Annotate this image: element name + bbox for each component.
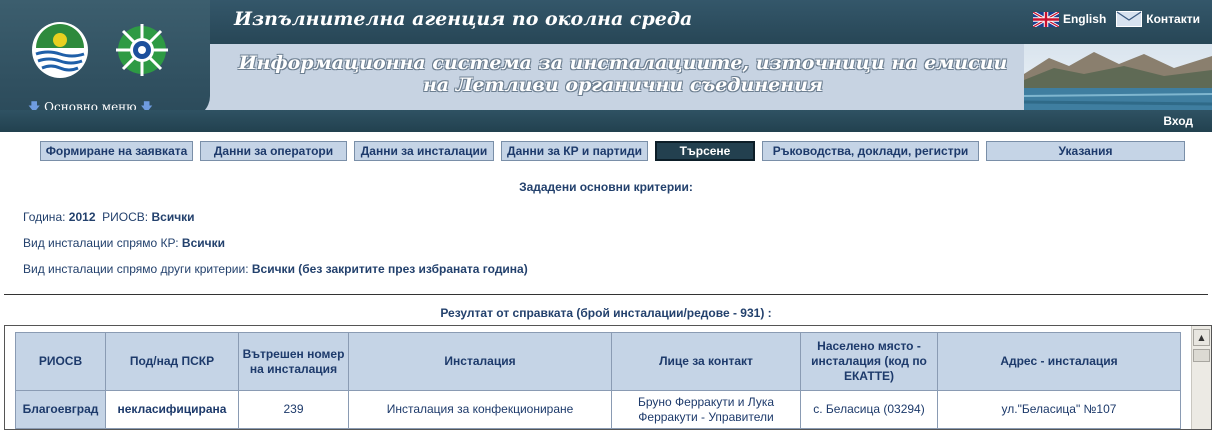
nav-installations-button[interactable]: Данни за инсталации — [354, 141, 494, 161]
address-cell: ул."Беласица" №107 — [937, 390, 1181, 429]
top-links: English Контакти — [1032, 11, 1200, 27]
kr-label: Вид инсталации спрямо КР: — [23, 236, 179, 250]
table-header-row: РИОСВ Под/над ПСКР Вътрешен номер на инс… — [15, 332, 1181, 391]
login-link[interactable]: Вход — [1163, 114, 1193, 128]
settlement-cell: с. Беласица (03294) — [800, 390, 938, 429]
pskr-cell: некласифицирана — [105, 390, 239, 429]
contact-cell: Бруно Ферракути и Лука Ферракути - Управ… — [611, 390, 801, 429]
year-value: 2012 — [68, 210, 96, 224]
agency-title: Изпълнителна агенция по околна среда — [234, 8, 693, 30]
other-label: Вид инсталации спрямо други критерии: — [23, 262, 249, 276]
table-row[interactable]: Благоевград некласифицирана 239 Инсталац… — [15, 390, 1181, 429]
scroll-thumb[interactable] — [1193, 349, 1210, 362]
criteria-heading: Зададени основни критерии: — [519, 180, 693, 194]
riosv-label: РИОСВ: — [102, 210, 149, 224]
criteria-year-riosv: Година: 2012 РИОСВ: Всички — [23, 210, 195, 224]
nav-instructions-button[interactable]: Указания — [986, 141, 1185, 161]
column-header: Инсталация — [348, 332, 612, 391]
installation-cell: Инсталация за конфекциониране — [348, 390, 612, 429]
title-bar: Изпълнителна агенция по околна среда Eng… — [210, 0, 1212, 44]
logo-panel: 🡇 Основно меню 🡇 — [0, 0, 210, 118]
internal-no-cell: 239 — [238, 390, 349, 429]
results-table: РИОСВ Под/над ПСКР Вътрешен номер на инс… — [15, 332, 1181, 429]
uk-flag-icon — [1032, 11, 1059, 27]
column-header: Под/над ПСКР — [105, 332, 239, 391]
riosv-cell: Благоевград — [15, 390, 106, 429]
kr-value: Всички — [181, 236, 225, 250]
agency-logo-icon — [32, 22, 88, 78]
column-header: Вътрешен номер на инсталация — [238, 332, 349, 391]
nav-request-button[interactable]: Формиране на заявката — [40, 141, 193, 161]
divider — [4, 294, 1208, 295]
year-label: Година: — [23, 210, 66, 224]
results-heading: Резултат от справката (брой инсталации/р… — [440, 306, 772, 320]
nav-search-button[interactable]: Търсене — [655, 141, 755, 161]
main-nav: Формиране на заявката Данни за оператори… — [40, 141, 1185, 161]
column-header: Адрес - инсталация — [937, 332, 1181, 391]
login-bar: Вход — [0, 110, 1212, 132]
other-value: Всички (без закритите през избраната год… — [251, 262, 528, 276]
nav-kr-button[interactable]: Данни за КР и партиди — [501, 141, 648, 161]
column-header: Населено място - инсталация (код по ЕКАТ… — [800, 332, 938, 391]
ministry-logo-icon — [116, 24, 168, 76]
nav-operators-button[interactable]: Данни за оператори — [200, 141, 347, 161]
system-title: Информационна система за инсталациите, и… — [238, 52, 1008, 96]
scroll-up-button[interactable]: ▲ — [1193, 329, 1210, 346]
english-link[interactable]: English — [1032, 11, 1107, 27]
criteria-kr: Вид инсталации спрямо КР: Всички — [23, 236, 225, 250]
contacts-label: Контакти — [1146, 12, 1200, 26]
riosv-value: Всички — [151, 210, 195, 224]
nav-guides-button[interactable]: Ръководства, доклади, регистри — [762, 141, 979, 161]
mountain-lake-image — [1024, 44, 1212, 110]
column-header: РИОСВ — [15, 332, 106, 391]
envelope-icon — [1116, 11, 1143, 27]
contacts-link[interactable]: Контакти — [1116, 11, 1200, 27]
page-header: Изпълнителна агенция по околна среда Eng… — [0, 0, 1212, 118]
criteria-other: Вид инсталации спрямо други критерии: Вс… — [23, 262, 528, 276]
results-frame[interactable]: РИОСВ Под/над ПСКР Вътрешен номер на инс… — [4, 325, 1212, 430]
column-header: Лице за контакт — [611, 332, 801, 391]
english-label: English — [1062, 12, 1107, 26]
vertical-scrollbar[interactable]: ▲ — [1191, 326, 1211, 429]
